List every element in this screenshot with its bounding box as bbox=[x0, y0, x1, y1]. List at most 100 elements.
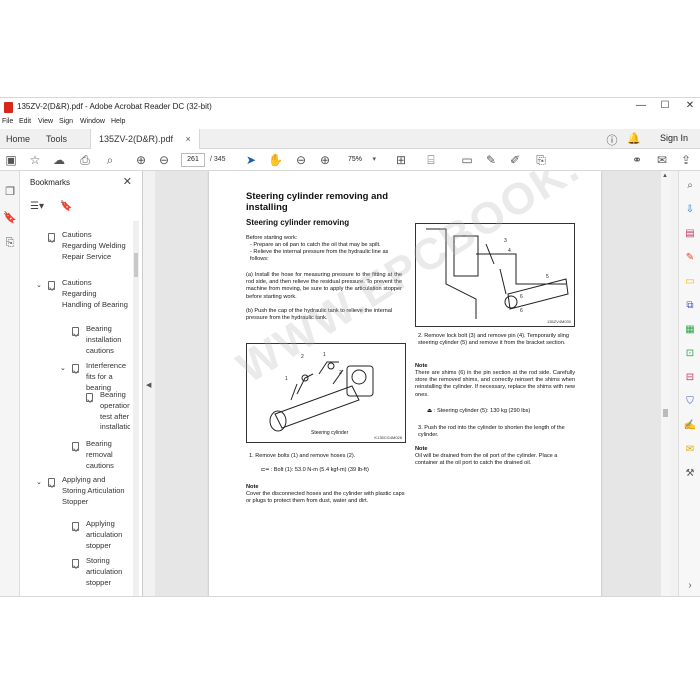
help-icon[interactable]: ⓘ bbox=[605, 132, 619, 148]
bookmark-item[interactable]: Bearing operation test after installatio… bbox=[100, 390, 130, 433]
bookmark-item[interactable]: Storing articulation stopper bbox=[86, 556, 130, 588]
tab-document[interactable]: 135ZV-2(D&R).pdf × bbox=[90, 129, 200, 149]
acrobat-window: 135ZV-2(D&R).pdf - Adobe Acrobat Reader … bbox=[0, 97, 700, 597]
tab-tools[interactable]: Tools bbox=[46, 129, 67, 149]
more-tools-icon[interactable]: ⚒ bbox=[683, 467, 697, 481]
print-icon[interactable]: ⎙ bbox=[78, 153, 92, 167]
upload-cloud-icon[interactable]: ☁ bbox=[52, 153, 66, 167]
document-scroll-thumb[interactable] bbox=[663, 409, 668, 417]
shield-icon[interactable]: ⛉ bbox=[683, 395, 697, 409]
window-title: 135ZV-2(D&R).pdf - Adobe Acrobat Reader … bbox=[17, 102, 212, 111]
bookmark-icon bbox=[72, 442, 79, 451]
bookmark-item[interactable]: Bearing removal cautions bbox=[86, 439, 130, 471]
notifications-bell-icon[interactable]: 🔔 bbox=[627, 132, 641, 145]
search-tool-icon[interactable]: ⌕ bbox=[683, 179, 697, 193]
hand-tool-icon[interactable]: ✋ bbox=[268, 153, 283, 167]
menu-sign[interactable]: Sign bbox=[59, 118, 73, 125]
section-heading: Steering cylinder removing and installin… bbox=[246, 191, 389, 213]
maximize-button[interactable]: ☐ bbox=[657, 100, 673, 111]
scroll-mode-icon[interactable]: ⌸ bbox=[424, 153, 438, 167]
menu-window[interactable]: Window bbox=[80, 118, 105, 125]
menu-edit[interactable]: Edit bbox=[19, 118, 31, 125]
bookmarks-panel: Bookmarks ✕ ☰▾ 🔖 Cautions Regarding Weld… bbox=[20, 171, 143, 596]
bookmarks-tree: Cautions Regarding Welding Repair Servic… bbox=[20, 221, 130, 596]
bolt-torque-spec-text: : Bolt (1): 53.0 N-m (5.4 kgf-m) (39 lb-… bbox=[270, 467, 369, 473]
stamp-icon[interactable]: ⎘ bbox=[534, 153, 548, 167]
combine-files-icon[interactable]: ⧉ bbox=[683, 299, 697, 313]
bookmarks-scroll-thumb[interactable] bbox=[134, 253, 138, 277]
document-viewport: Steering cylinder removing and installin… bbox=[155, 171, 670, 596]
tab-home[interactable]: Home bbox=[6, 129, 30, 149]
save-icon[interactable]: ▣ bbox=[4, 153, 18, 167]
export-pdf-icon[interactable]: ⇩ bbox=[683, 203, 697, 217]
page-thumbnails-icon[interactable]: ❐ bbox=[3, 185, 17, 199]
tools-rail: ⌕ ⇩ ▤ ✎ ▭ ⧉ ▦ ⊡ ⊟ ⛉ ✍ ✉ ⚒ › bbox=[678, 171, 700, 596]
attachments-icon[interactable]: ⎘ bbox=[3, 237, 17, 251]
close-bookmarks-icon[interactable]: ✕ bbox=[123, 175, 132, 188]
fit-page-icon[interactable]: ⊞ bbox=[394, 153, 408, 167]
step-1-text: 1. Remove bolts (1) and remove hoses (2)… bbox=[249, 453, 356, 459]
collapse-panel-icon[interactable]: ◀ bbox=[146, 381, 151, 389]
share-icon[interactable]: ⇪ bbox=[679, 153, 693, 167]
send-for-signature-icon[interactable]: ✉ bbox=[683, 443, 697, 457]
expand-caret-icon[interactable]: ⌄ bbox=[36, 478, 42, 486]
previous-page-icon[interactable]: ⊕ bbox=[134, 153, 148, 167]
bookmark-icon bbox=[72, 327, 79, 336]
highlight-pen-icon[interactable]: ✎ bbox=[484, 153, 498, 167]
main-toolbar: ▣ ☆ ☁ ⎙ ⌕ ⊕ ⊖ 261 / 345 ➤ ✋ ⊖ ⊕ 75% ⊞ ⌸ … bbox=[0, 149, 700, 171]
bookmark-item[interactable]: Bearing installation cautions bbox=[86, 324, 130, 356]
protect-icon[interactable]: ⊟ bbox=[683, 371, 697, 385]
bookmarks-scrollbar[interactable] bbox=[133, 221, 139, 596]
expand-caret-icon[interactable]: ⌄ bbox=[36, 281, 42, 289]
comment-icon[interactable]: ▭ bbox=[460, 153, 474, 167]
zoom-in-icon[interactable]: ⊕ bbox=[318, 153, 332, 167]
figure-code: 135ZV4M030 bbox=[546, 319, 571, 324]
expand-rail-icon[interactable]: › bbox=[683, 579, 697, 593]
close-window-button[interactable]: ✕ bbox=[682, 100, 698, 111]
email-icon[interactable]: ✉ bbox=[655, 153, 669, 167]
menu-file[interactable]: File bbox=[2, 118, 13, 125]
weight-icon: ⏏ bbox=[427, 408, 433, 414]
tab-close-icon[interactable]: × bbox=[186, 134, 191, 144]
scroll-up-icon[interactable]: ▲ bbox=[662, 173, 668, 179]
menu-help[interactable]: Help bbox=[111, 118, 125, 125]
page-number-input[interactable]: 261 bbox=[181, 153, 205, 167]
zoom-select[interactable]: 75% bbox=[342, 153, 378, 167]
bookmark-item[interactable]: Applying and Storing Articulation Stoppe… bbox=[62, 475, 128, 507]
zoom-out-icon[interactable]: ⊖ bbox=[294, 153, 308, 167]
document-scrollbar[interactable]: ▲ bbox=[661, 171, 670, 596]
sign-in-button[interactable]: Sign In bbox=[660, 133, 688, 143]
menu-view[interactable]: View bbox=[38, 118, 53, 125]
window-title-bar: 135ZV-2(D&R).pdf - Adobe Acrobat Reader … bbox=[0, 98, 700, 118]
select-cursor-icon[interactable]: ➤ bbox=[244, 153, 258, 167]
bookmark-icon bbox=[86, 393, 93, 402]
new-bookmark-icon[interactable]: 🔖 bbox=[60, 201, 72, 212]
share-link-icon[interactable]: ⚭ bbox=[630, 153, 644, 167]
organize-pages-icon[interactable]: ▦ bbox=[683, 323, 697, 337]
bookmark-item[interactable]: Interference fits for a bearing bbox=[86, 361, 130, 393]
draw-icon[interactable]: ✐ bbox=[508, 153, 522, 167]
search-icon[interactable]: ⌕ bbox=[103, 153, 117, 167]
fill-sign-icon[interactable]: ✍ bbox=[683, 419, 697, 433]
create-pdf-icon[interactable]: ▤ bbox=[683, 227, 697, 241]
svg-text:5: 5 bbox=[546, 274, 549, 280]
minimize-button[interactable]: — bbox=[633, 100, 649, 111]
expand-caret-icon[interactable]: ⌄ bbox=[60, 364, 66, 372]
next-page-icon[interactable]: ⊖ bbox=[157, 153, 171, 167]
bookmark-options-icon[interactable]: ☰▾ bbox=[30, 201, 44, 212]
figure-label: Steering cylinder bbox=[311, 430, 349, 436]
note-text: Cover the disconnected hoses and the cyl… bbox=[246, 491, 405, 505]
bookmark-item[interactable]: Cautions Regarding Welding Repair Servic… bbox=[62, 230, 128, 262]
edit-pdf-icon[interactable]: ✎ bbox=[683, 251, 697, 265]
comment-tool-icon[interactable]: ▭ bbox=[683, 275, 697, 289]
svg-text:1: 1 bbox=[285, 376, 288, 382]
panel-splitter[interactable]: ◀ bbox=[143, 171, 155, 596]
bookmark-star-icon[interactable]: ☆ bbox=[28, 153, 42, 167]
bookmarks-panel-icon[interactable]: 🔖 bbox=[3, 211, 17, 225]
bookmark-item[interactable]: Cautions Regarding Handling of Bearing bbox=[62, 278, 128, 310]
menu-bar: File Edit View Sign Window Help bbox=[0, 118, 700, 129]
bookmark-icon bbox=[48, 233, 55, 242]
note-text: Oil will be drained from the oil port of… bbox=[415, 453, 558, 467]
scan-ocr-icon[interactable]: ⊡ bbox=[683, 347, 697, 361]
bookmark-item[interactable]: Applying articulation stopper bbox=[86, 519, 130, 551]
